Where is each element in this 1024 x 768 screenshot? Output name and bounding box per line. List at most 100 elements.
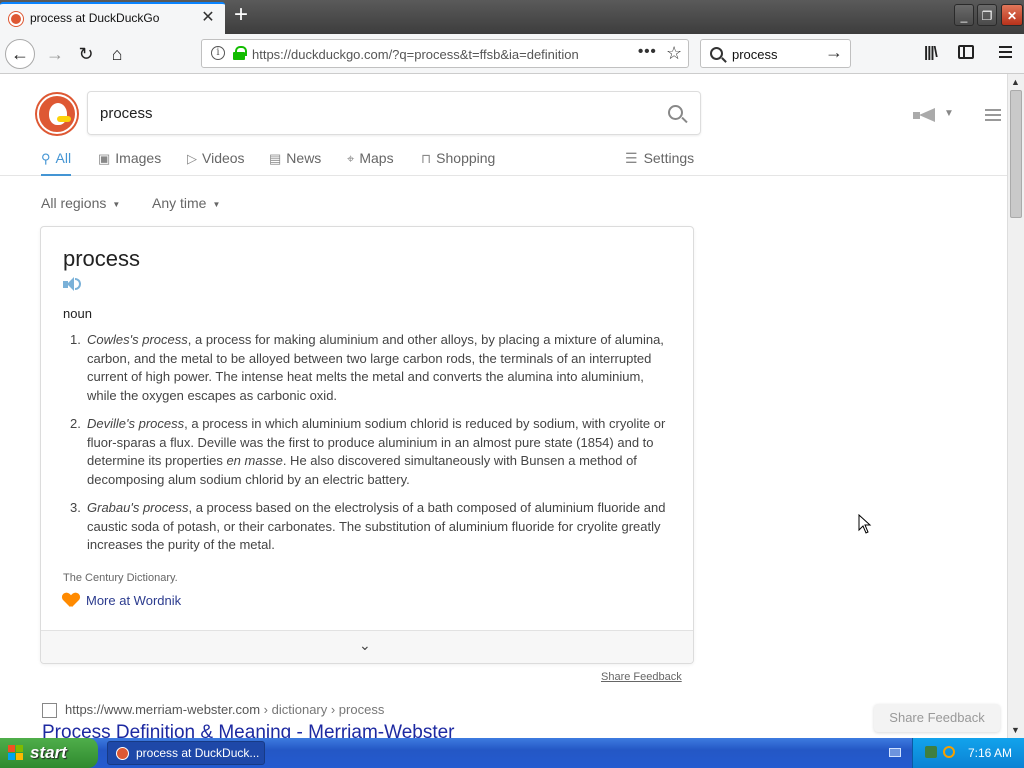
search-icon: ⚲: [41, 151, 51, 166]
browser-tab[interactable]: process at DuckDuckGo ✕: [0, 2, 225, 34]
time-filter-label: Any time: [152, 195, 207, 211]
time-filter[interactable]: Any time ▼: [152, 195, 220, 211]
minimize-window-button[interactable]: _: [954, 4, 974, 26]
reload-button[interactable]: ↻: [72, 40, 100, 68]
result-domain[interactable]: https://www.merriam-webster.com: [65, 702, 260, 717]
heart-icon: [63, 593, 79, 609]
result-title-link[interactable]: Process Definition & Meaning - Merriam-W…: [42, 722, 455, 738]
shopping-bag-icon: ⊓: [421, 151, 432, 166]
tab-videos[interactable]: ▷ Videos: [187, 150, 245, 176]
duckduckgo-logo[interactable]: [37, 94, 77, 134]
entry-term: Grabau's process: [87, 500, 189, 515]
definition-entry: 2. Deville's process, a process in which …: [63, 415, 673, 489]
tab-label: All: [55, 150, 72, 166]
entry-emphasis: en masse: [226, 453, 283, 468]
task-title: process at DuckDuck...: [136, 746, 260, 760]
megaphone-icon[interactable]: [913, 108, 935, 122]
new-tab-button[interactable]: +: [229, 3, 253, 28]
close-window-button[interactable]: ✕: [1001, 4, 1023, 26]
entry-term: Deville's process: [87, 416, 185, 431]
tab-all[interactable]: ⚲ All: [41, 150, 72, 176]
keyboard-icon[interactable]: [889, 748, 901, 757]
tab-images[interactable]: ▣ Images: [98, 150, 161, 176]
chevron-down-icon[interactable]: ⌄: [359, 637, 371, 654]
region-filter-label: All regions: [41, 195, 107, 211]
hamburger-menu-icon[interactable]: [999, 46, 1012, 58]
settings-label: Settings: [643, 150, 695, 166]
part-of-speech: noun: [63, 306, 92, 321]
tab-shopping[interactable]: ⊓ Shopping: [421, 150, 495, 176]
tab-title: process at DuckDuckGo: [30, 11, 160, 25]
image-icon: ▣: [98, 151, 111, 166]
page-scrollbar[interactable]: ▲ ▼: [1007, 74, 1024, 738]
close-tab-icon[interactable]: ✕: [199, 9, 217, 27]
tab-label: Videos: [202, 150, 245, 166]
sliders-icon: ☰: [625, 150, 638, 166]
region-filter[interactable]: All regions ▼: [41, 195, 120, 211]
chevron-down-icon[interactable]: ▼: [944, 108, 954, 119]
entry-number: 1.: [70, 332, 81, 347]
search-icon[interactable]: [668, 105, 683, 120]
browser-search-bar[interactable]: process →: [700, 39, 851, 68]
search-icon: [710, 47, 723, 60]
browser-search-text[interactable]: process: [732, 47, 778, 62]
start-label: start: [30, 743, 67, 762]
page-menu-icon[interactable]: [985, 109, 1001, 121]
windows-flag-icon: [8, 745, 24, 761]
definition-source: The Century Dictionary.: [63, 572, 178, 584]
tab-label: Shopping: [436, 150, 496, 166]
web-page: process ▼ ⚲ All ▣ Images ▷ Videos ▤ News ⌖ Ma…: [0, 74, 1007, 738]
speaker-icon[interactable]: [63, 277, 81, 293]
definition-list: 1. Cowles's process, a process for making…: [63, 331, 673, 565]
newspaper-icon: ▤: [269, 151, 282, 166]
bookmark-star-icon[interactable]: ☆: [666, 43, 682, 64]
forward-button[interactable]: →: [41, 40, 69, 68]
clock: 7:16 AM: [968, 746, 1013, 760]
restore-window-button[interactable]: ❐: [977, 4, 997, 26]
share-feedback-link[interactable]: Share Feedback: [601, 671, 682, 683]
search-query-text[interactable]: process: [100, 105, 153, 122]
definition-word: process: [63, 246, 141, 271]
settings-link[interactable]: ☰ Settings: [625, 150, 694, 167]
scroll-down-arrow-icon[interactable]: ▼: [1011, 725, 1020, 735]
tab-label: News: [286, 150, 322, 166]
scrollbar-thumb[interactable]: [1010, 90, 1022, 218]
system-tray: 7:16 AM: [912, 738, 1024, 768]
duckduckgo-favicon-icon: [9, 12, 23, 26]
result-breadcrumb: › dictionary › process: [263, 702, 385, 717]
home-button[interactable]: ⌂: [103, 40, 131, 68]
page-actions-icon[interactable]: •••: [638, 43, 657, 60]
sidebar-toggle-icon[interactable]: [958, 45, 974, 59]
tab-label: Images: [115, 150, 162, 166]
entry-term: Cowles's process: [87, 332, 188, 347]
back-button[interactable]: ←: [5, 39, 35, 69]
browser-tab-strip: process at DuckDuckGo ✕ + _ ❐ ✕: [0, 0, 1024, 34]
card-expand-bar[interactable]: ⌄: [41, 630, 693, 663]
address-bar[interactable]: i https://duckduckgo.com/?q=process&t=ff…: [201, 39, 689, 68]
result-url[interactable]: https://www.merriam-webster.com › dictio…: [65, 702, 384, 717]
library-icon[interactable]: |||\: [924, 44, 938, 61]
search-input[interactable]: process: [87, 91, 701, 135]
search-go-arrow-icon[interactable]: →: [825, 42, 843, 63]
definition-entry: 3. Grabau's process, a process based on t…: [63, 499, 673, 555]
entry-number: 2.: [70, 416, 81, 431]
scroll-up-arrow-icon[interactable]: ▲: [1011, 77, 1020, 87]
taskbar-firefox-window[interactable]: process at DuckDuck...: [107, 741, 265, 765]
more-at-wordnik-link[interactable]: More at Wordnik: [86, 593, 181, 608]
tab-label: Maps: [359, 150, 394, 166]
start-button[interactable]: start: [0, 738, 98, 768]
search-tray-icon[interactable]: [943, 746, 955, 758]
caret-down-icon: ▼: [212, 199, 221, 209]
info-icon[interactable]: i: [211, 46, 225, 60]
caret-down-icon: ▼: [112, 199, 121, 209]
screen: process at DuckDuckGo ✕ + _ ❐ ✕ ← → ↻ ⌂ …: [0, 0, 1024, 768]
lock-icon[interactable]: [233, 46, 247, 60]
tab-maps[interactable]: ⌖ Maps: [347, 150, 394, 176]
definition-card: process noun 1. Cowles's process, a proce…: [40, 226, 694, 664]
firefox-icon: [116, 747, 129, 760]
network-icon[interactable]: [925, 746, 937, 758]
floating-share-feedback-button[interactable]: Share Feedback: [874, 704, 1000, 732]
url-text[interactable]: https://duckduckgo.com/?q=process&t=ffsb…: [252, 47, 579, 62]
definition-entry: 1. Cowles's process, a process for making…: [63, 331, 673, 405]
tab-news[interactable]: ▤ News: [269, 150, 321, 176]
